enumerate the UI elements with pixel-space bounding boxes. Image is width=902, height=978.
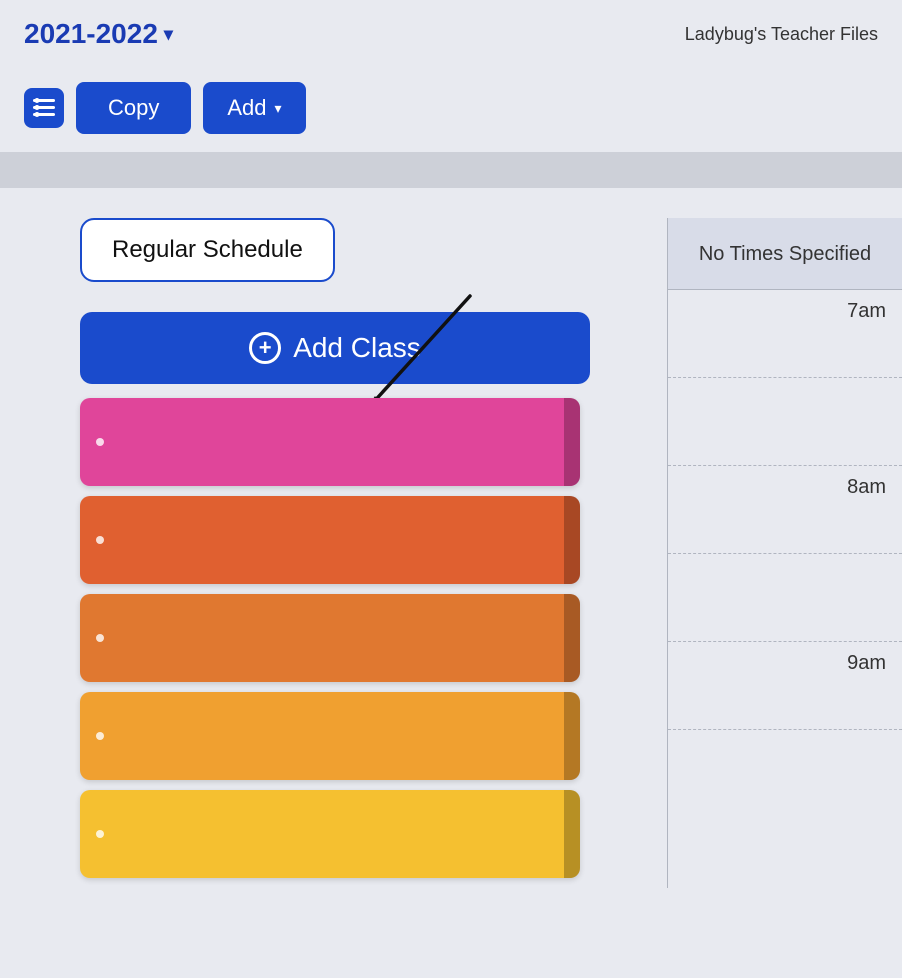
drag-handle[interactable] xyxy=(564,594,580,682)
add-class-button[interactable]: + Add Class xyxy=(80,312,590,384)
plus-circle-icon: + xyxy=(249,332,281,364)
drag-handle[interactable] xyxy=(564,496,580,584)
time-label: 8am xyxy=(847,476,886,499)
class-dot xyxy=(96,438,104,446)
class-row[interactable] xyxy=(80,692,580,780)
class-row[interactable] xyxy=(80,594,580,682)
class-list xyxy=(80,398,667,878)
class-dot xyxy=(96,536,104,544)
drag-handle[interactable] xyxy=(564,790,580,878)
class-dot xyxy=(96,634,104,642)
add-dropdown-icon: ▾ xyxy=(275,100,282,117)
time-slot-empty1 xyxy=(668,378,902,466)
class-row[interactable] xyxy=(80,496,580,584)
time-slot-empty2 xyxy=(668,554,902,642)
drag-handle[interactable] xyxy=(564,398,580,486)
divider-bar xyxy=(0,152,902,188)
list-icon-button[interactable] xyxy=(24,88,64,128)
no-times-header: No Times Specified xyxy=(668,218,902,290)
main-content: Regular Schedule + Add Class xyxy=(0,188,902,888)
year-chevron-icon: ▾ xyxy=(164,24,173,45)
header: 2021-2022 ▾ Ladybug's Teacher Files xyxy=(0,0,902,64)
year-label: 2021-2022 xyxy=(24,18,158,50)
drag-handle[interactable] xyxy=(564,692,580,780)
time-label: 9am xyxy=(847,652,886,675)
times-column: No Times Specified 7am 8am 9am xyxy=(667,218,902,888)
list-icon xyxy=(24,88,64,128)
copy-button[interactable]: Copy xyxy=(76,82,191,134)
regular-schedule-button[interactable]: Regular Schedule xyxy=(80,218,335,282)
schedule-area: Regular Schedule + Add Class xyxy=(0,218,667,888)
teacher-name: Ladybug's Teacher Files xyxy=(685,24,878,45)
class-row[interactable] xyxy=(80,398,580,486)
add-button[interactable]: Add ▾ xyxy=(203,82,305,134)
time-label: 7am xyxy=(847,300,886,323)
class-dot xyxy=(96,830,104,838)
class-row[interactable] xyxy=(80,790,580,878)
toolbar: Copy Add ▾ xyxy=(0,64,902,152)
time-slot-8am: 8am xyxy=(668,466,902,554)
time-slot-7am: 7am xyxy=(668,290,902,378)
class-dot xyxy=(96,732,104,740)
year-selector[interactable]: 2021-2022 ▾ xyxy=(24,18,173,50)
time-slot-9am: 9am xyxy=(668,642,902,730)
